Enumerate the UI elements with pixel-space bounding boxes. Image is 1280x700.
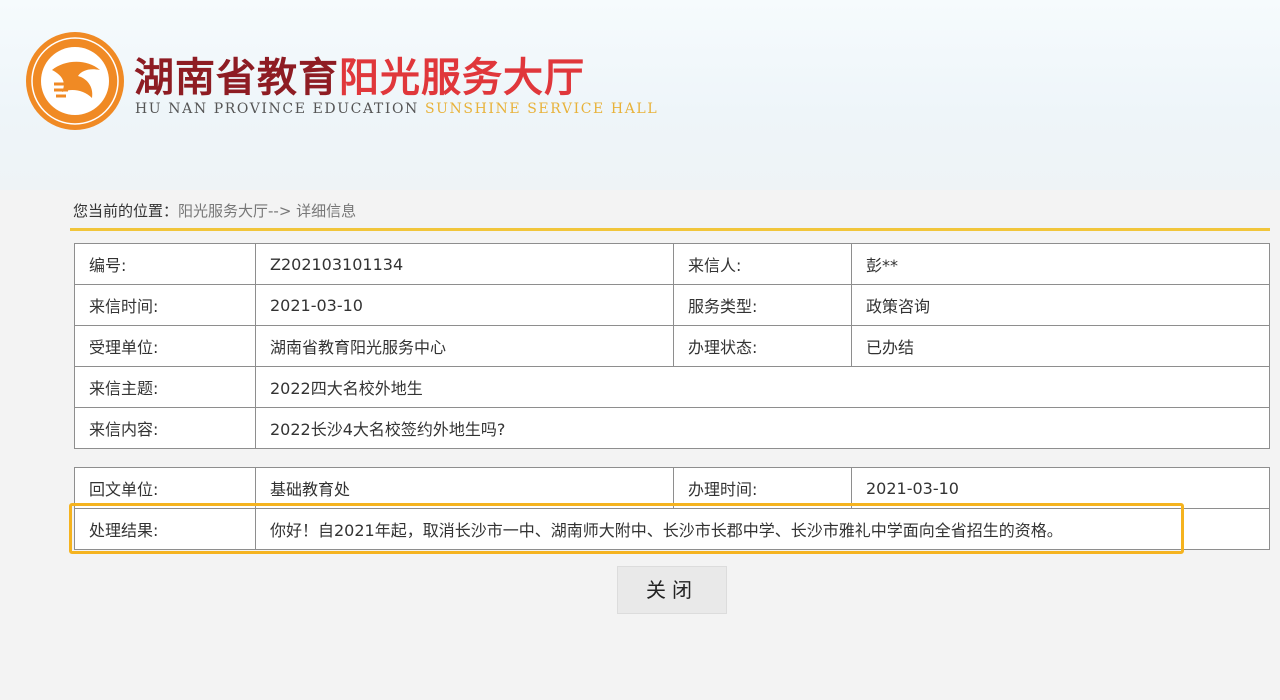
subject-label: 来信主题:	[74, 366, 256, 408]
table-row: 回文单位: 基础教育处 办理时间: 2021-03-10	[74, 467, 1270, 509]
result-value: 你好！自2021年起，取消长沙市一中、湖南师大附中、长沙市长郡中学、长沙市雅礼中…	[255, 508, 1270, 550]
content-label: 来信内容:	[74, 407, 256, 449]
handled-time-label: 办理时间:	[673, 467, 852, 509]
breadcrumb-divider	[70, 228, 1270, 231]
close-button[interactable]: 关闭	[617, 566, 727, 614]
site-header: 湖南省教育阳光服务大厅 HU NAN PROVINCE EDUCATION SU…	[0, 0, 1280, 190]
site-title-part1: 湖南省教育	[134, 55, 339, 101]
service-type-label: 服务类型:	[673, 284, 852, 326]
result-label: 处理结果:	[74, 508, 256, 550]
table-row: 编号: Z202103101134 来信人: 彭**	[74, 243, 1270, 285]
handling-unit-label: 受理单位:	[74, 325, 256, 367]
site-title-part2: 阳光服务大厅	[339, 55, 585, 101]
dove-sun-logo-icon	[26, 32, 124, 130]
handling-unit-value: 湖南省教育阳光服务中心	[255, 325, 674, 367]
table-row: 处理结果: 你好！自2021年起，取消长沙市一中、湖南师大附中、长沙市长郡中学、…	[74, 508, 1270, 550]
site-subtitle: HU NAN PROVINCE EDUCATION SUNSHINE SERVI…	[135, 101, 658, 117]
sender-value: 彭**	[851, 243, 1270, 285]
table-row: 来信主题: 2022四大名校外地生	[74, 366, 1270, 408]
letter-details-table: 编号: Z202103101134 来信人: 彭** 来信时间: 2021-03…	[74, 243, 1270, 449]
content-value: 2022长沙4大名校签约外地生吗?	[255, 407, 1270, 449]
breadcrumb-path[interactable]: 阳光服务大厅--> 详细信息	[178, 202, 356, 220]
subject-value: 2022四大名校外地生	[255, 366, 1270, 408]
table-row: 受理单位: 湖南省教育阳光服务中心 办理状态: 已办结	[74, 325, 1270, 367]
number-value: Z202103101134	[255, 243, 674, 285]
service-type-value: 政策咨询	[851, 284, 1270, 326]
site-title: 湖南省教育阳光服务大厅	[134, 45, 585, 103]
letter-time-label: 来信时间:	[74, 284, 256, 326]
status-value: 已办结	[851, 325, 1270, 367]
table-row: 来信时间: 2021-03-10 服务类型: 政策咨询	[74, 284, 1270, 326]
breadcrumb: 您当前的位置：阳光服务大厅--> 详细信息	[73, 200, 356, 221]
reply-unit-label: 回文单位:	[74, 467, 256, 509]
breadcrumb-label: 您当前的位置：	[73, 202, 179, 220]
site-subtitle-part2: SUNSHINE SERVICE HALL	[424, 101, 659, 117]
reply-details-table: 回文单位: 基础教育处 办理时间: 2021-03-10 处理结果: 你好！自2…	[74, 467, 1270, 550]
letter-time-value: 2021-03-10	[255, 284, 674, 326]
table-row: 来信内容: 2022长沙4大名校签约外地生吗?	[74, 407, 1270, 449]
status-label: 办理状态:	[673, 325, 852, 367]
reply-unit-value: 基础教育处	[255, 467, 674, 509]
number-label: 编号:	[74, 243, 256, 285]
sender-label: 来信人:	[673, 243, 852, 285]
site-subtitle-part1: HU NAN PROVINCE EDUCATION	[135, 101, 425, 117]
handled-time-value: 2021-03-10	[851, 467, 1270, 509]
